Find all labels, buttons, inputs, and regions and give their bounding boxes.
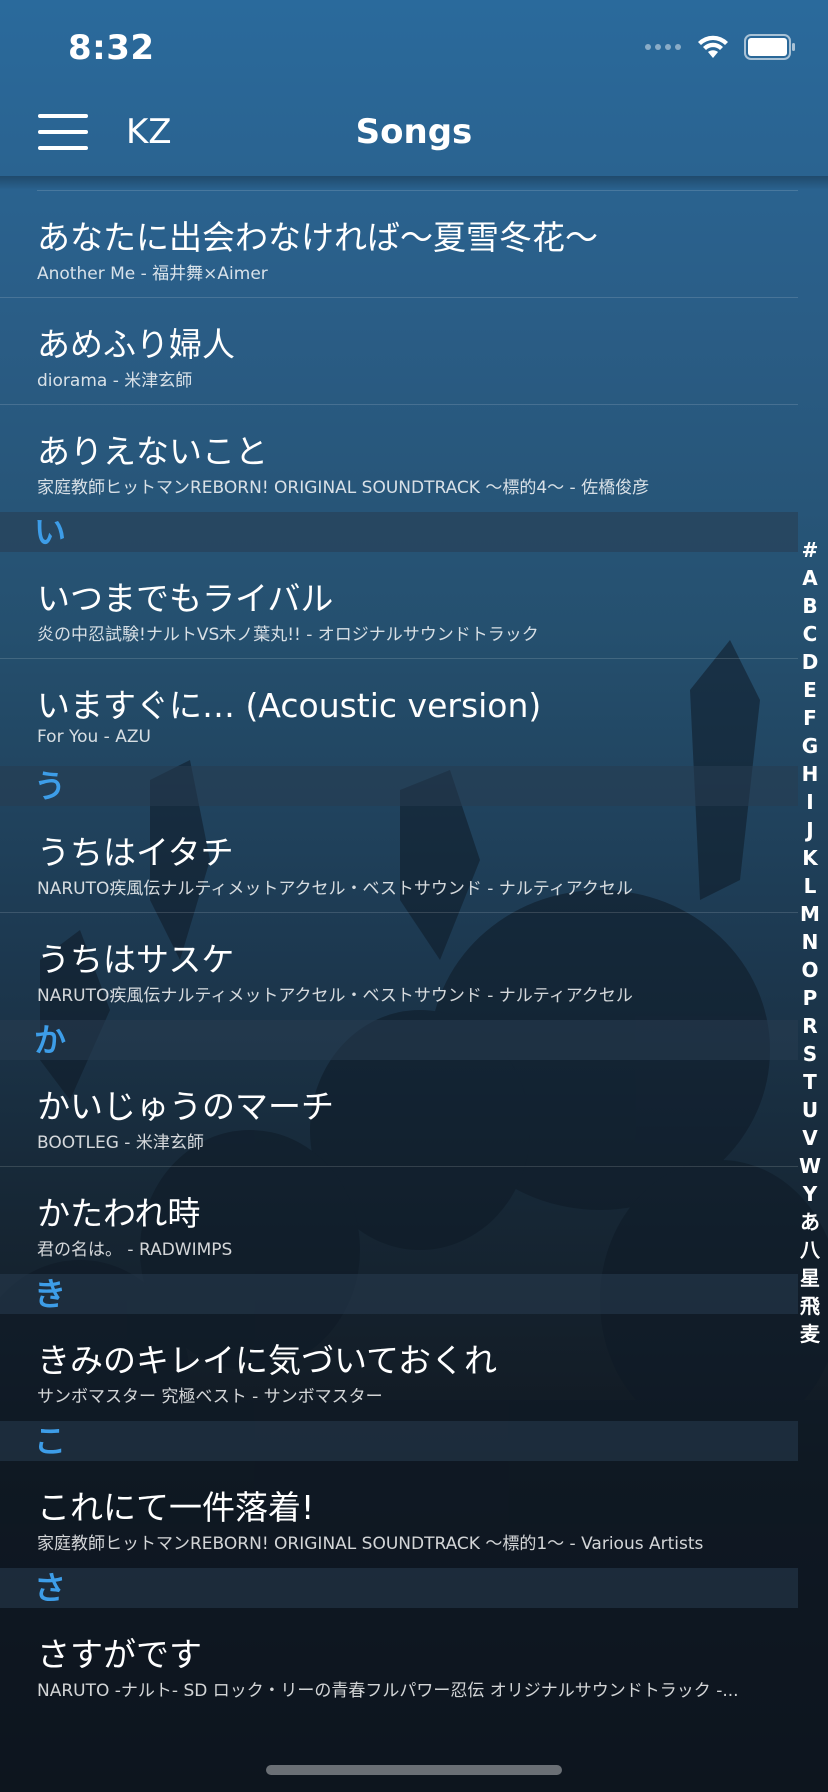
song-title: うちはサスケ <box>37 940 235 979</box>
index-letter[interactable]: C <box>796 620 824 648</box>
index-letter[interactable]: あ <box>796 1208 824 1236</box>
section-header: こ <box>0 1421 798 1461</box>
index-letter[interactable]: 飛 <box>796 1292 824 1320</box>
song-subtitle: 家庭教師ヒットマンREBORN! ORIGINAL SOUNDTRACK 〜標的… <box>37 478 650 498</box>
status-time: 8:32 <box>68 28 155 68</box>
song-title: いつまでもライバル <box>37 579 334 618</box>
song-subtitle: BOOTLEG - 米津玄師 <box>37 1133 204 1153</box>
index-letter[interactable]: 八 <box>796 1236 824 1264</box>
index-letter[interactable]: P <box>796 984 824 1012</box>
index-letter[interactable]: B <box>796 592 824 620</box>
song-subtitle: 家庭教師ヒットマンREBORN! ORIGINAL SOUNDTRACK 〜標的… <box>37 1534 704 1554</box>
index-letter[interactable]: J <box>796 816 824 844</box>
index-letter[interactable]: F <box>796 704 824 732</box>
home-indicator <box>266 1765 562 1775</box>
song-row[interactable]: いつまでもライバル 炎の中忍試験!ナルトVS木ノ葉丸!! - オロジナルサウンド… <box>0 552 798 659</box>
index-letter[interactable]: Y <box>796 1180 824 1208</box>
status-icons <box>644 34 796 60</box>
index-letter[interactable]: U <box>796 1096 824 1124</box>
song-row[interactable]: かたわれ時 君の名は。 - RADWIMPS <box>0 1167 798 1274</box>
song-row[interactable]: ありえないこと 家庭教師ヒットマンREBORN! ORIGINAL SOUNDT… <box>0 405 798 512</box>
song-subtitle: Another Me - 福井舞×Aimer <box>37 264 268 284</box>
section-header: さ <box>0 1568 798 1608</box>
song-row[interactable]: あめふり婦人 diorama - 米津玄師 <box>0 298 798 405</box>
song-row[interactable]: うちはイタチ NARUTO疾風伝ナルティメットアクセル・ベストサウンド - ナル… <box>0 806 798 913</box>
song-row[interactable]: きみのキレイに気づいておくれ サンボマスター 究極ベスト - サンボマスター <box>0 1314 798 1421</box>
index-letter[interactable]: E <box>796 676 824 704</box>
song-title: あなたに出会わなければ〜夏雪冬花〜 <box>37 218 598 257</box>
song-row[interactable]: うちはサスケ NARUTO疾風伝ナルティメットアクセル・ベストサウンド - ナル… <box>0 913 798 1020</box>
song-title: かたわれ時 <box>37 1194 201 1233</box>
song-row[interactable]: さすがです NARUTO -ナルト- SD ロック・リーの青春フルパワー忍伝 オ… <box>0 1608 798 1715</box>
cellular-signal-icon <box>645 44 681 50</box>
song-title: きみのキレイに気づいておくれ <box>37 1341 498 1380</box>
song-subtitle: For You - AZU <box>37 727 151 747</box>
index-letter[interactable]: K <box>796 844 824 872</box>
index-letter[interactable]: G <box>796 732 824 760</box>
status-bar: 8:32 <box>0 0 828 96</box>
song-subtitle: NARUTO -ナルト- SD ロック・リーの青春フルパワー忍伝 オリジナルサウ… <box>37 1681 739 1701</box>
index-letter[interactable]: H <box>796 760 824 788</box>
section-header: き <box>0 1274 798 1314</box>
index-letter[interactable]: R <box>796 1012 824 1040</box>
index-letter[interactable]: M <box>796 900 824 928</box>
index-letter[interactable]: W <box>796 1152 824 1180</box>
song-subtitle: diorama - 米津玄師 <box>37 371 193 391</box>
song-row[interactable]: かいじゅうのマーチ BOOTLEG - 米津玄師 <box>0 1060 798 1167</box>
index-letter[interactable]: A <box>796 564 824 592</box>
song-title: これにて一件落着! <box>37 1488 315 1527</box>
navigation-bar: KZ Songs <box>0 96 828 176</box>
wifi-icon <box>698 35 728 58</box>
index-letter[interactable]: L <box>796 872 824 900</box>
page-title: Songs <box>355 112 473 152</box>
index-letter[interactable]: T <box>796 1068 824 1096</box>
section-index[interactable]: # A B C D E F G H I J K L M N O P R S T U V W Y あ八星飛麦 <box>796 536 824 1348</box>
song-row[interactable]: いますぐに… (Acoustic version) For You - AZU <box>0 659 798 766</box>
index-letter[interactable]: 麦 <box>796 1320 824 1348</box>
song-subtitle: NARUTO疾風伝ナルティメットアクセル・ベストサウンド - ナルティアクセル <box>37 986 633 1006</box>
song-subtitle: NARUTO疾風伝ナルティメットアクセル・ベストサウンド - ナルティアクセル <box>37 879 633 899</box>
song-row[interactable]: あなたに出会わなければ〜夏雪冬花〜 Another Me - 福井舞×Aimer <box>0 191 798 298</box>
index-letter[interactable]: S <box>796 1040 824 1068</box>
song-title: いますぐに… (Acoustic version) <box>37 686 542 725</box>
song-title: あめふり婦人 <box>37 325 235 364</box>
section-header: い <box>0 512 798 552</box>
song-title: さすがです <box>37 1635 202 1674</box>
song-title: かいじゅうのマーチ <box>37 1087 334 1126</box>
song-subtitle: 君の名は。 - RADWIMPS <box>37 1240 233 1260</box>
section-header: う <box>0 766 798 806</box>
nav-shadow <box>0 176 828 190</box>
index-letter[interactable]: O <box>796 956 824 984</box>
index-letter[interactable]: 星 <box>796 1264 824 1292</box>
index-letter[interactable]: V <box>796 1124 824 1152</box>
song-subtitle: 炎の中忍試験!ナルトVS木ノ葉丸!! - オロジナルサウンドトラック <box>37 625 539 645</box>
index-letter[interactable]: # <box>796 536 824 564</box>
song-subtitle: サンボマスター 究極ベスト - サンボマスター <box>37 1387 383 1407</box>
song-title: ありえないこと <box>37 432 268 471</box>
song-title: うちはイタチ <box>37 833 234 872</box>
section-header: か <box>0 1020 798 1060</box>
battery-icon <box>744 34 795 60</box>
index-letter[interactable]: D <box>796 648 824 676</box>
song-row[interactable]: これにて一件落着! 家庭教師ヒットマンREBORN! ORIGINAL SOUN… <box>0 1461 798 1568</box>
index-letter[interactable]: N <box>796 928 824 956</box>
index-letter[interactable]: I <box>796 788 824 816</box>
song-list[interactable]: あなたに出会わなければ〜夏雪冬花〜 Another Me - 福井舞×Aimer… <box>0 190 798 1715</box>
